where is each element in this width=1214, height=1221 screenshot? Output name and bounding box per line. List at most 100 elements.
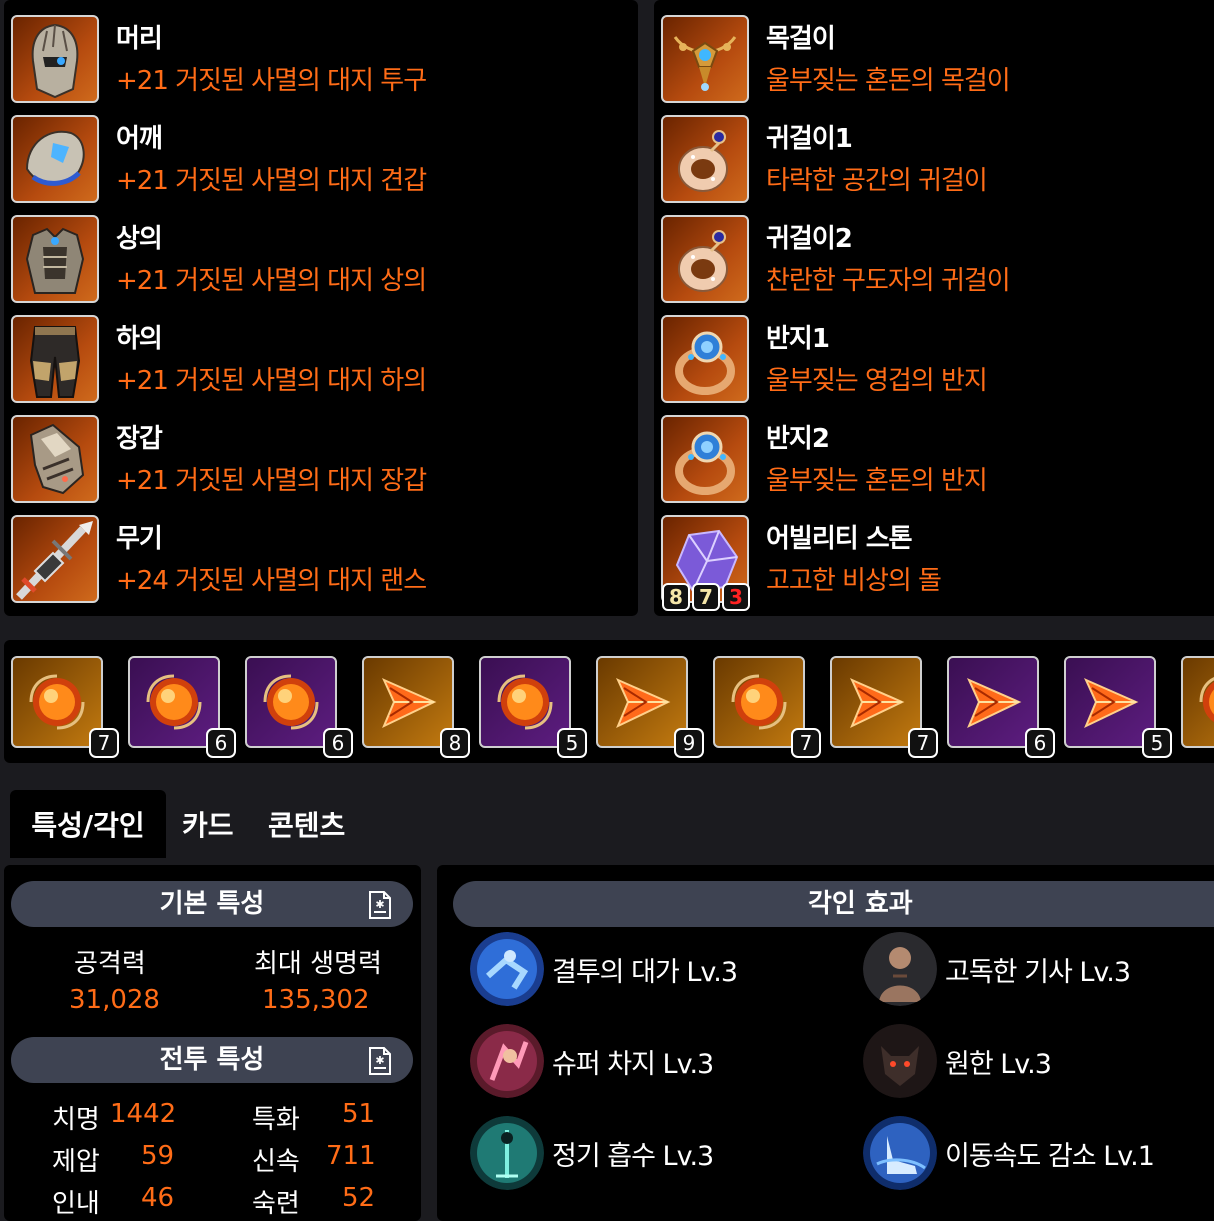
- item-name: +21 거짓된 사멸의 대지 장갑: [116, 466, 427, 496]
- slot-label: 무기: [116, 524, 163, 554]
- engraving-name: 원한 Lv.3: [945, 1049, 1052, 1080]
- tab-cards[interactable]: 카드: [182, 790, 234, 858]
- earring-icon[interactable]: [661, 115, 749, 203]
- slot-label: 귀걸이1: [766, 124, 853, 154]
- endurance-label: 인내: [52, 1189, 100, 1219]
- equipment-slot[interactable]: 목걸이 울부짖는 혼돈의 목걸이: [661, 0, 1214, 103]
- endurance-value: 46: [141, 1183, 175, 1213]
- engravings-panel: 각인 효과 결투의 대가 Lv.3 고독한 기사 Lv.3 슈퍼 차지 Lv.3 원한…: [437, 865, 1214, 1221]
- damage-gem-icon[interactable]: 6: [245, 656, 353, 758]
- ring-icon[interactable]: [661, 315, 749, 403]
- equipment-slot[interactable]: 귀걸이1 타락한 공간의 귀걸이: [661, 100, 1214, 203]
- item-name: +21 거짓된 사멸의 대지 견갑: [116, 166, 427, 196]
- gloves-icon[interactable]: [11, 415, 99, 503]
- chest-armor-icon[interactable]: [11, 215, 99, 303]
- equipment-slot[interactable]: 어깨 +21 거짓된 사멸의 대지 견갑: [11, 100, 611, 203]
- helmet-icon[interactable]: [11, 15, 99, 103]
- combat-stats-header: 전투 특성 ✱: [11, 1037, 413, 1083]
- gem-level-badge: 6: [323, 728, 353, 758]
- svg-text:✱: ✱: [375, 1054, 384, 1067]
- slot-label: 어빌리티 스톤: [766, 524, 913, 554]
- damage-gem-icon[interactable]: 7: [713, 656, 821, 758]
- gem-level-badge: 5: [557, 728, 587, 758]
- slot-label: 장갑: [116, 424, 163, 454]
- gem-bar: 7 6 6 8 5 9 7 7 6 5: [4, 640, 1214, 763]
- cooldown-gem-icon[interactable]: 7: [830, 656, 938, 758]
- gem-level-badge: 7: [908, 728, 938, 758]
- gem-level-badge: 6: [206, 728, 236, 758]
- gem-level-badge: 9: [674, 728, 704, 758]
- item-name: 고고한 비상의 돌: [766, 566, 942, 596]
- basic-stats-title: 기본 특성: [159, 889, 265, 919]
- equipment-panel-left: 머리 +21 거짓된 사멸의 대지 투구어깨 +21 거짓된 사멸의 대지 견갑상의…: [4, 0, 638, 616]
- pants-icon[interactable]: [11, 315, 99, 403]
- cooldown-gem-icon[interactable]: 9: [596, 656, 704, 758]
- duel-master-icon: [470, 932, 544, 1006]
- necklace-icon[interactable]: [661, 15, 749, 103]
- cooldown-gem-icon[interactable]: 8: [362, 656, 470, 758]
- equipment-slot[interactable]: 귀걸이2 찬란한 구도자의 귀걸이: [661, 200, 1214, 303]
- combat-stats-title: 전투 특성: [159, 1045, 265, 1075]
- gem-level-badge: 6: [1025, 728, 1055, 758]
- attack-value: 31,028: [69, 985, 160, 1015]
- grudge-icon: [863, 1024, 937, 1098]
- document-icon[interactable]: ✱: [367, 890, 393, 920]
- damage-gem-icon[interactable]: 5: [479, 656, 587, 758]
- item-name: 타락한 공간의 귀걸이: [766, 166, 988, 196]
- crit-value: 1442: [110, 1099, 177, 1129]
- document-icon[interactable]: ✱: [367, 1046, 393, 1076]
- lance-icon[interactable]: [11, 515, 99, 603]
- gem-level-badge: 8: [440, 728, 470, 758]
- equipment-slot[interactable]: 머리 +21 거짓된 사멸의 대지 투구: [11, 0, 611, 103]
- engraving-name: 고독한 기사 Lv.3: [945, 957, 1131, 988]
- shoulder-icon[interactable]: [11, 115, 99, 203]
- gem-level-badge: 7: [791, 728, 821, 758]
- basic-stats-header: 기본 특성 ✱: [11, 881, 413, 927]
- damage-gem-icon[interactable]: 6: [128, 656, 236, 758]
- slot-label: 어깨: [116, 124, 163, 154]
- engravings-title: 각인 효과: [808, 889, 913, 919]
- equipment-slot[interactable]: 상의 +21 거짓된 사멸의 대지 상의: [11, 200, 611, 303]
- specialization-value: 51: [342, 1099, 376, 1129]
- engraving-name: 이동속도 감소 Lv.1: [945, 1141, 1155, 1172]
- item-name: 울부짖는 혼돈의 반지: [766, 466, 988, 496]
- ability-stone-level-badge: 8: [662, 583, 690, 611]
- equipment-slot[interactable]: 무기 +24 거짓된 사멸의 대지 랜스: [11, 500, 611, 603]
- item-name: 울부짖는 혼돈의 목걸이: [766, 66, 1011, 96]
- equipment-slot[interactable]: 하의 +21 거짓된 사멸의 대지 하의: [11, 300, 611, 403]
- equipment-panel-right: 목걸이 울부짖는 혼돈의 목걸이귀걸이1 타락한 공간의 귀걸이귀걸이2 찬란한 구도…: [654, 0, 1214, 616]
- damage-gem-icon[interactable]: 7: [11, 656, 119, 758]
- swiftness-label: 신속: [252, 1147, 300, 1177]
- tab-engraving-stats[interactable]: 특성/각인: [10, 790, 166, 858]
- damage-gem-icon[interactable]: [1181, 656, 1214, 748]
- equipment-slot[interactable]: 어빌리티 스톤고고한 비상의 돌: [661, 500, 1214, 603]
- equipment-slot[interactable]: 반지1 울부짖는 영겁의 반지: [661, 300, 1214, 403]
- ring-icon[interactable]: [661, 415, 749, 503]
- item-name: +21 거짓된 사멸의 대지 상의: [116, 266, 427, 296]
- equipment-slot[interactable]: 반지2 울부짖는 혼돈의 반지: [661, 400, 1214, 503]
- domination-label: 제압: [52, 1147, 100, 1177]
- earring-icon[interactable]: [661, 215, 749, 303]
- spirit-absorption-icon: [470, 1116, 544, 1190]
- max-hp-label: 최대 생명력: [254, 949, 382, 979]
- engraving-name: 결투의 대가 Lv.3: [552, 957, 738, 988]
- super-charge-icon: [470, 1024, 544, 1098]
- cooldown-gem-icon[interactable]: 6: [947, 656, 1055, 758]
- item-name: +24 거짓된 사멸의 대지 랜스: [116, 566, 427, 596]
- slot-label: 하의: [116, 324, 163, 354]
- specialization-label: 특화: [252, 1105, 300, 1135]
- engravings-header: 각인 효과: [453, 881, 1214, 927]
- domination-value: 59: [141, 1141, 175, 1171]
- ability-stone-level-badge: 3: [722, 583, 750, 611]
- equipment-slot[interactable]: 장갑 +21 거짓된 사멸의 대지 장갑: [11, 400, 611, 503]
- lone-knight-icon: [863, 932, 937, 1006]
- slot-label: 상의: [116, 224, 163, 254]
- move-speed-reduction-icon: [863, 1116, 937, 1190]
- engraving-name: 정기 흡수 Lv.3: [552, 1141, 714, 1172]
- expertise-value: 52: [342, 1183, 376, 1213]
- tab-contents[interactable]: 콘텐츠: [268, 790, 345, 858]
- cooldown-gem-icon[interactable]: 5: [1064, 656, 1172, 758]
- attack-label: 공격력: [74, 949, 146, 979]
- max-hp-value: 135,302: [262, 985, 370, 1015]
- slot-label: 머리: [116, 24, 163, 54]
